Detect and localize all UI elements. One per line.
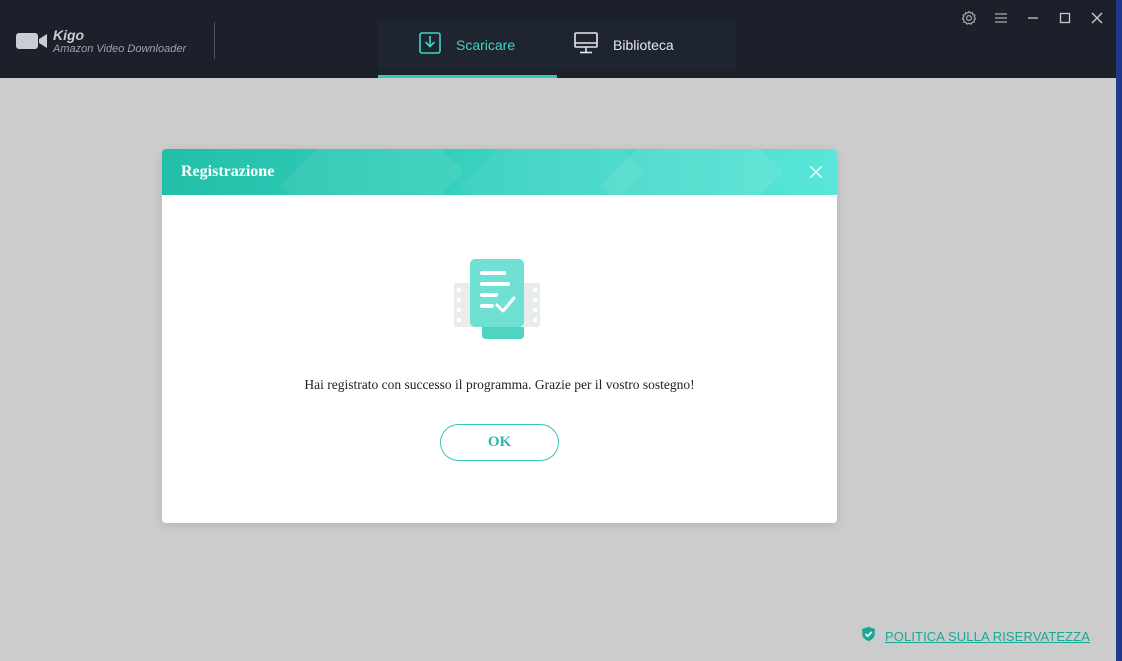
app-brand: Kigo Amazon Video Downloader — [16, 22, 186, 60]
app-subtitle: Amazon Video Downloader — [53, 42, 187, 55]
registration-dialog: Registrazione Hai registrato con success… — [162, 149, 837, 523]
window-controls — [960, 8, 1106, 28]
tab-download-label: Scaricare — [456, 37, 516, 53]
dialog-close-icon[interactable] — [809, 165, 823, 179]
brand-divider — [214, 22, 215, 59]
ok-button[interactable]: OK — [440, 424, 559, 461]
maximize-icon[interactable] — [1056, 8, 1074, 28]
close-icon[interactable] — [1088, 8, 1106, 28]
menu-icon[interactable] — [992, 8, 1010, 28]
dialog-title: Registrazione — [181, 163, 275, 180]
camera-logo-icon — [16, 29, 48, 53]
tab-download[interactable]: Scaricare — [378, 20, 557, 78]
download-icon — [418, 31, 442, 60]
privacy-policy-link[interactable]: POLITICA SULLA RISERVATEZZA — [861, 626, 1090, 647]
minimize-icon[interactable] — [1024, 8, 1042, 28]
tab-library[interactable]: Biblioteca — [557, 20, 737, 70]
registration-success-icon — [452, 253, 542, 343]
app-name: Kigo — [53, 26, 85, 43]
title-bar: Kigo Amazon Video Downloader Scaricare B… — [0, 0, 1116, 78]
monitor-icon — [573, 31, 599, 60]
main-tabs: Scaricare Biblioteca — [378, 20, 737, 78]
shield-icon — [861, 626, 876, 647]
privacy-policy-label: POLITICA SULLA RISERVATEZZA — [885, 629, 1090, 644]
dialog-header: Registrazione — [162, 149, 837, 195]
window-right-edge — [1116, 0, 1122, 661]
gear-icon[interactable] — [960, 8, 978, 28]
active-tab-indicator — [378, 75, 557, 78]
tab-library-label: Biblioteca — [613, 37, 674, 53]
dialog-message: Hai registrato con successo il programma… — [304, 377, 695, 392]
